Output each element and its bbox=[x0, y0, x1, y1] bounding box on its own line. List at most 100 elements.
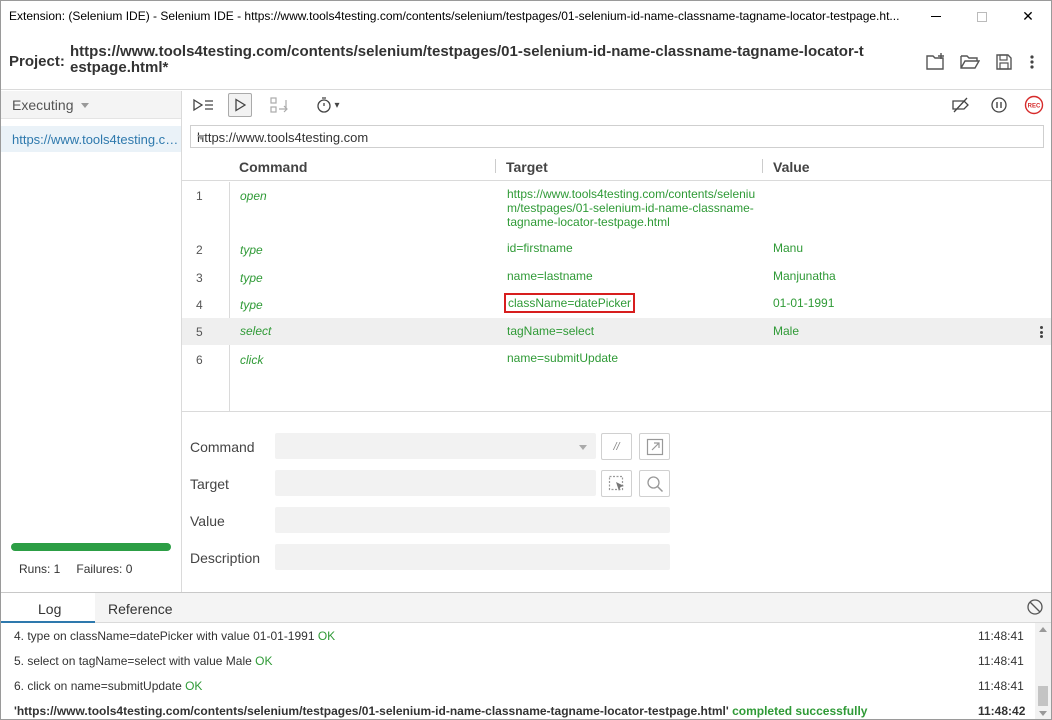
new-folder-icon bbox=[926, 53, 944, 70]
row-target: name=submitUpdate bbox=[507, 351, 619, 365]
table-row-selected[interactable]: 5 select tagName=select Male bbox=[182, 318, 1051, 345]
speed-caret-icon: ▾ bbox=[334, 99, 340, 111]
select-target-button[interactable] bbox=[601, 470, 632, 497]
log-entry-time: 11:48:41 bbox=[978, 629, 1024, 643]
row-command: open bbox=[240, 189, 267, 203]
log-final-time: 11:48:42 bbox=[978, 704, 1026, 718]
window-title: Extension: (Selenium IDE) - Selenium IDE… bbox=[9, 9, 900, 23]
table-row[interactable]: 1 open https://www.tools4testing.com/con… bbox=[182, 182, 1051, 236]
run-all-tests-button[interactable] bbox=[190, 93, 216, 117]
base-url-value: https://www.tools4testing.com bbox=[197, 130, 369, 145]
log-entry-status: OK bbox=[255, 654, 273, 668]
pause-on-exceptions-button[interactable] bbox=[988, 93, 1010, 117]
row-target: tagName=select bbox=[507, 324, 595, 338]
log-entry: 5. select on tagName=select with value M… bbox=[14, 654, 272, 668]
find-target-button[interactable] bbox=[639, 470, 670, 497]
row-number: 6 bbox=[196, 353, 203, 367]
row-menu-button[interactable] bbox=[1039, 326, 1043, 338]
external-link-icon bbox=[646, 438, 663, 455]
description-label: Description bbox=[190, 550, 261, 566]
row-number: 3 bbox=[196, 271, 203, 285]
new-project-button[interactable] bbox=[923, 50, 949, 74]
chevron-down-icon bbox=[579, 445, 587, 450]
log-scrollbar[interactable] bbox=[1035, 623, 1051, 719]
table-row[interactable]: 4 type className=datePicker 01-01-1991 bbox=[182, 291, 1051, 319]
run-current-test-button[interactable] bbox=[228, 93, 252, 117]
target-label: Target bbox=[190, 476, 229, 492]
save-icon bbox=[996, 54, 1012, 70]
log-entry: 4. type on className=datePicker with val… bbox=[14, 629, 335, 643]
row-command: click bbox=[240, 353, 264, 367]
row-number: 1 bbox=[196, 189, 203, 203]
test-speed-button[interactable]: ▾ bbox=[312, 93, 344, 117]
breakpoint-off-icon bbox=[952, 97, 969, 113]
runs-count: Runs: 1 bbox=[19, 562, 61, 576]
command-input[interactable] bbox=[275, 433, 596, 459]
table-row[interactable]: 2 type id=firstname Manu bbox=[182, 236, 1051, 264]
run-all-icon bbox=[193, 98, 213, 112]
column-header-command: Command bbox=[239, 159, 308, 175]
log-entry-time: 11:48:41 bbox=[978, 654, 1024, 668]
selenium-ide-window: Extension: (Selenium IDE) - Selenium IDE… bbox=[0, 0, 1052, 720]
row-number: 4 bbox=[196, 298, 203, 312]
comment-icon: // bbox=[613, 440, 620, 453]
open-reference-button[interactable] bbox=[639, 433, 670, 460]
scroll-down-icon[interactable] bbox=[1039, 711, 1047, 716]
tab-reference[interactable]: Reference bbox=[108, 601, 173, 617]
scroll-up-icon[interactable] bbox=[1039, 627, 1047, 632]
select-element-icon bbox=[608, 475, 624, 491]
test-list-item[interactable]: https://www.tools4testing.com/contents/s… bbox=[1, 126, 181, 152]
log-final-status: completed successfully bbox=[732, 704, 868, 718]
row-number: 5 bbox=[196, 325, 203, 339]
project-name[interactable]: https://www.tools4testing.com/contents/s… bbox=[70, 44, 870, 76]
close-button[interactable]: ✕ bbox=[1005, 1, 1051, 32]
row-command: select bbox=[240, 324, 272, 338]
table-row[interactable]: 6 click name=submitUpdate bbox=[182, 345, 1051, 373]
open-project-button[interactable] bbox=[957, 50, 983, 74]
column-header-value: Value bbox=[773, 159, 810, 175]
project-header: Project: https://www.tools4testing.com/c… bbox=[1, 32, 1051, 90]
playback-toolbar: ▾ REC bbox=[182, 91, 1051, 121]
minimize-button[interactable] bbox=[913, 1, 959, 32]
test-suite-panel: Executing https://www.tools4testing.com/… bbox=[1, 91, 182, 592]
failures-count: Failures: 0 bbox=[76, 562, 133, 576]
disable-breakpoints-button[interactable] bbox=[949, 93, 973, 117]
table-row[interactable]: 3 type name=lastname Manjunatha bbox=[182, 264, 1051, 292]
more-options-button[interactable] bbox=[1025, 50, 1039, 74]
base-url-input[interactable]: https://www.tools4testing.com bbox=[190, 125, 1044, 148]
tab-log[interactable]: Log bbox=[38, 601, 61, 617]
comment-toggle-button[interactable]: // bbox=[601, 433, 632, 460]
rec-text: REC bbox=[1028, 104, 1041, 110]
maximize-button[interactable] bbox=[959, 1, 1005, 32]
project-actions bbox=[923, 50, 1039, 74]
title-bar: Extension: (Selenium IDE) - Selenium IDE… bbox=[1, 1, 1051, 32]
column-divider bbox=[495, 159, 496, 173]
project-label: Project: bbox=[9, 53, 65, 70]
log-final-entry: 'https://www.tools4testing.com/contents/… bbox=[14, 704, 867, 718]
log-entry-text: 5. select on tagName=select with value M… bbox=[14, 654, 256, 668]
value-input[interactable] bbox=[275, 507, 670, 533]
log-entry-status: OK bbox=[317, 629, 336, 643]
record-button[interactable]: REC bbox=[1023, 93, 1045, 117]
target-input[interactable] bbox=[275, 470, 596, 496]
row-value: Manjunatha bbox=[773, 269, 836, 283]
log-panel: Log Reference 4. type on className=dateP… bbox=[1, 592, 1051, 719]
open-folder-icon bbox=[960, 55, 980, 69]
run-progress-bar bbox=[11, 543, 171, 551]
play-icon bbox=[235, 98, 246, 112]
kebab-menu-icon bbox=[1030, 55, 1034, 69]
clear-log-button[interactable] bbox=[1026, 598, 1044, 619]
description-input[interactable] bbox=[275, 544, 670, 570]
step-over-button[interactable] bbox=[268, 93, 292, 117]
row-value: 01-01-1991 bbox=[773, 296, 835, 310]
row-target: name=lastname bbox=[507, 269, 593, 283]
test-list-item-label: https://www.tools4testing.com/contents/s… bbox=[12, 132, 180, 147]
save-project-button[interactable] bbox=[991, 50, 1017, 74]
log-tabs: Log Reference bbox=[1, 593, 1051, 623]
row-target: className=datePicker bbox=[503, 293, 636, 313]
executing-dropdown[interactable]: Executing bbox=[1, 91, 181, 119]
log-entry-text: 6. click on name=submitUpdate bbox=[14, 679, 186, 693]
scroll-thumb[interactable] bbox=[1038, 686, 1048, 706]
close-icon: ✕ bbox=[1022, 8, 1034, 24]
kebab-dot-icon bbox=[1039, 335, 1043, 338]
